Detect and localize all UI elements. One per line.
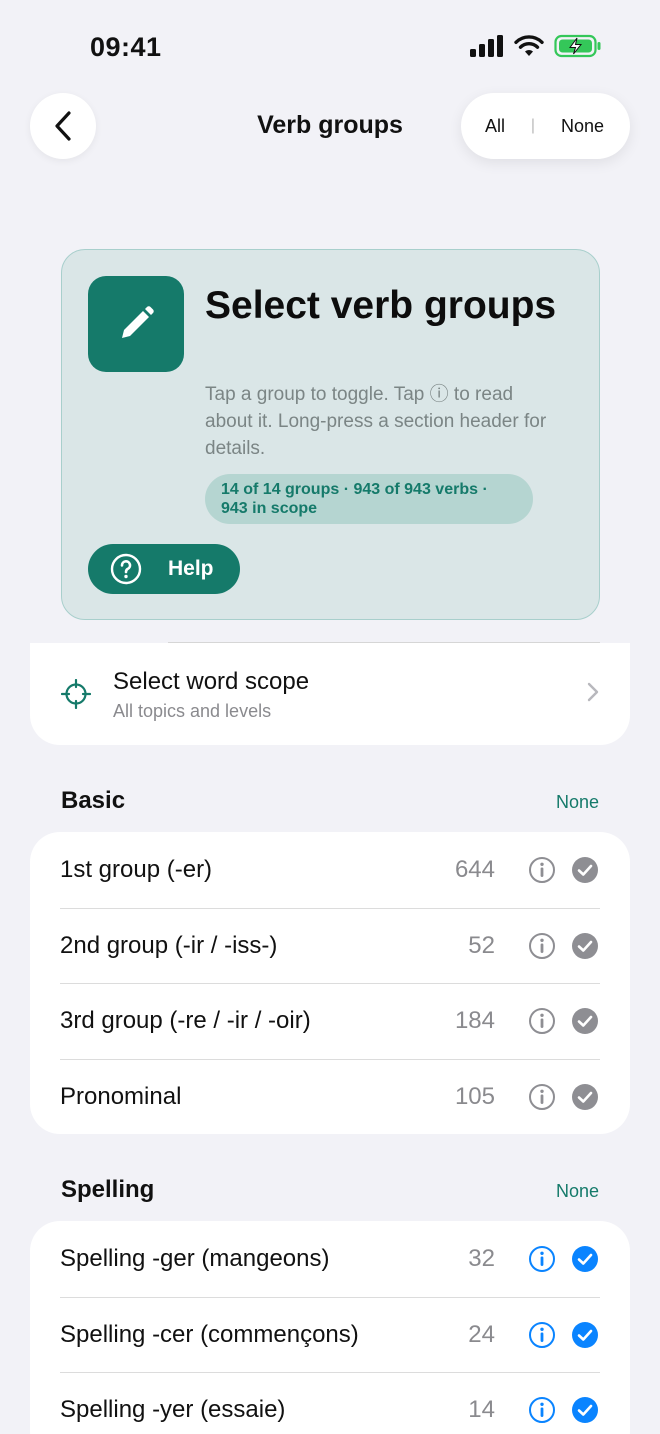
verb-count: 184 [454,1007,495,1034]
select-all-button[interactable]: All [485,116,505,137]
checkmark-circle-icon[interactable] [571,1396,599,1424]
pill-separator: | [530,117,536,134]
hero-card: Select verb groups Tap a group to toggle… [61,249,600,620]
verb-count: 52 [468,931,495,959]
verb-count: 105 [454,1082,495,1110]
question-circle-icon [110,553,142,585]
group-label: Pronominal [60,1082,182,1110]
hero-icon-tile [88,276,184,372]
list-item[interactable]: 1st group (-er) 644 [30,832,630,908]
info-icon[interactable] [528,1245,556,1273]
wifi-icon [514,35,544,56]
section-spelling-none-button[interactable]: None [556,1181,599,1202]
section-header-spelling[interactable]: Spelling [61,1176,154,1204]
word-scope-row[interactable]: Select word scope All topics and levels [30,643,630,745]
checkmark-circle-icon[interactable] [571,932,599,960]
selection-summary-badge: 14 of 14 groups · 943 of 943 verbs · 943… [205,474,533,524]
section-basic-none-button[interactable]: None [556,792,599,813]
group-label: Spelling -ger (mangeons) [60,1245,330,1272]
verb-count: 32 [468,1245,495,1272]
status-icons [470,34,602,58]
info-icon[interactable] [528,856,556,884]
cellular-signal-icon [470,35,503,57]
group-label: 3rd group (-re / -ir / -oir) [60,1007,311,1034]
help-label: Help [168,557,214,580]
status-time: 09:41 [90,32,162,62]
list-item[interactable]: Spelling -cer (commençons) 24 [30,1296,630,1373]
list-item[interactable]: 2nd group (-ir / -iss-) 52 [30,907,630,984]
list-item[interactable]: 3rd group (-re / -ir / -oir) 184 [30,983,630,1059]
info-icon[interactable] [528,1007,556,1035]
info-icon[interactable] [528,1083,556,1111]
chevron-right-icon [587,682,599,702]
verb-count: 24 [468,1320,495,1348]
verb-count: 14 [468,1396,495,1423]
hero-title: Select verb groups [205,284,557,327]
info-icon[interactable] [528,1321,556,1349]
checkmark-circle-icon[interactable] [571,1083,599,1111]
hero-description: Tap a group to toggle. Tap ⓘ to read abo… [205,384,547,459]
spelling-group-list: Spelling -ger (mangeons) 32 Spelling -ce… [30,1221,630,1434]
scope-subtitle: All topics and levels [113,701,272,721]
group-label: Spelling -yer (essaie) [60,1396,286,1423]
help-button[interactable]: Help [88,544,240,594]
crosshair-icon [61,679,91,709]
group-label: 1st group (-er) [60,856,213,883]
select-none-button[interactable]: None [561,116,604,137]
scope-title: Select word scope [113,668,310,695]
info-icon[interactable] [528,1396,556,1424]
list-item[interactable]: Spelling -ger (mangeons) 32 [30,1221,630,1297]
section-header-basic[interactable]: Basic [61,787,125,815]
checkmark-circle-icon[interactable] [571,1007,599,1035]
selection-toggle-pill: All | None [461,93,630,159]
status-bar: 09:41 [0,0,660,96]
basic-group-list: 1st group (-er) 644 2nd group (-ir / -is… [30,832,630,1134]
info-icon[interactable] [528,932,556,960]
verb-count: 644 [454,856,495,883]
list-item[interactable]: Spelling -yer (essaie) 14 [30,1372,630,1434]
group-label: Spelling -cer (commençons) [60,1320,359,1348]
checkmark-circle-icon[interactable] [571,856,599,884]
pencil-icon [122,306,154,338]
battery-charging-icon [554,34,601,58]
checkmark-circle-icon[interactable] [571,1321,599,1349]
group-label: 2nd group (-ir / -iss-) [60,931,278,959]
checkmark-circle-icon[interactable] [571,1245,599,1273]
list-item[interactable]: Pronominal 105 [30,1058,630,1135]
